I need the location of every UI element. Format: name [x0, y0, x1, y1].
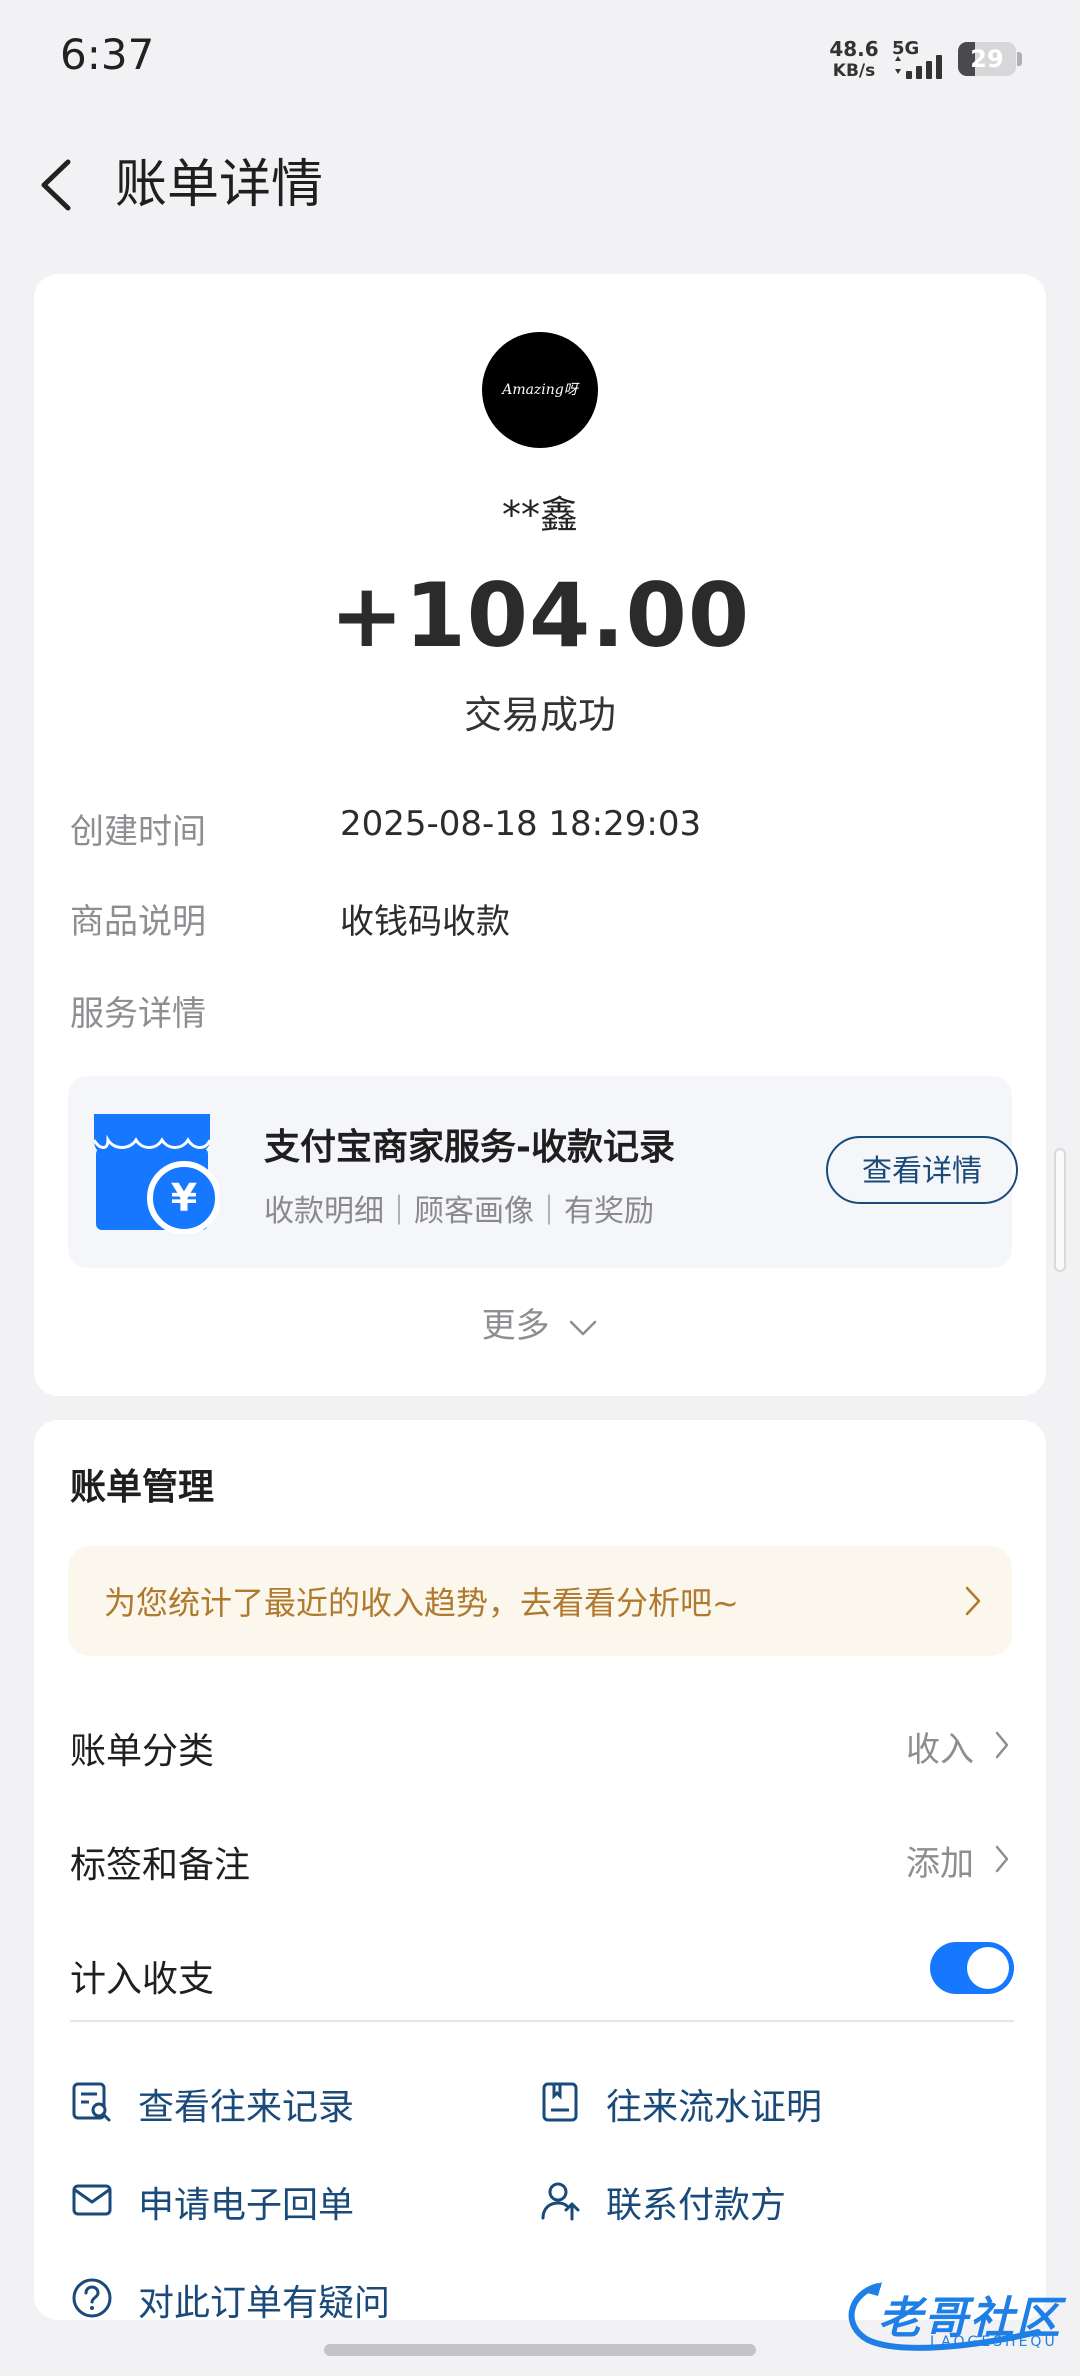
- created-time-label: 创建时间: [70, 812, 206, 852]
- section-title: 账单管理: [70, 1467, 215, 1508]
- contact-user-icon: [541, 2182, 580, 2221]
- nav-bar: 账单详情: [0, 130, 1080, 240]
- chevron-right-icon: [965, 1586, 981, 1616]
- more-button[interactable]: 更多: [34, 1298, 1046, 1347]
- chevron-right-icon: [995, 1731, 1009, 1759]
- income-trend-banner[interactable]: 为您统计了最近的收入趋势，去看看分析吧~: [68, 1546, 1012, 1656]
- order-question-action[interactable]: 对此订单有疑问: [70, 2268, 510, 2328]
- service-detail-label: 服务详情: [70, 994, 206, 1034]
- bill-category-row[interactable]: 账单分类 收入: [70, 1704, 1014, 1784]
- transaction-status: 交易成功: [463, 693, 616, 737]
- amount: +104.00: [329, 564, 751, 667]
- battery-tip: [1017, 52, 1022, 66]
- avatar: Amazing呀: [482, 332, 598, 448]
- records-search-icon: [72, 2082, 111, 2122]
- chevron-left-icon[interactable]: [30, 152, 90, 218]
- e-receipt-label: 申请电子回单: [138, 2185, 355, 2226]
- divider: [70, 2020, 1014, 2022]
- payer-name: **鑫: [501, 493, 578, 537]
- envelope-icon: [72, 2184, 112, 2216]
- battery-icon: 29: [958, 42, 1016, 76]
- status-time: 6:37: [60, 30, 155, 79]
- merchant-service-card[interactable]: ¥ 支付宝商家服务-收款记录 收款明细｜顾客画像｜有奖励 查看详情: [68, 1076, 1018, 1268]
- question-icon: [72, 2278, 112, 2318]
- shop-icon: ¥: [92, 1114, 220, 1234]
- bill-category-value: 收入: [906, 1730, 974, 1770]
- contact-payer-label: 联系付款方: [606, 2185, 787, 2226]
- chevron-down-icon: [570, 1320, 597, 1335]
- home-indicator[interactable]: [324, 2344, 756, 2356]
- e-receipt-action[interactable]: 申请电子回单: [70, 2170, 490, 2230]
- signal-icon: [895, 55, 942, 79]
- page-title: 账单详情: [115, 155, 324, 215]
- battery-percent: 29: [970, 45, 1004, 73]
- include-in-stats-toggle[interactable]: [930, 1942, 1014, 1994]
- statement-proof-label: 往来流水证明: [606, 2087, 823, 2128]
- toggle-knob: [967, 1947, 1009, 1989]
- more-label: 更多: [481, 1306, 550, 1346]
- contact-payer-action[interactable]: 联系付款方: [538, 2170, 978, 2230]
- item-desc-value: 收钱码收款: [340, 902, 510, 942]
- bill-management-card: 账单管理 为您统计了最近的收入趋势，去看看分析吧~ 账单分类 收入 标签和备注 …: [34, 1420, 1046, 2324]
- chevron-right-icon: [995, 1845, 1009, 1873]
- tags-notes-value: 添加: [906, 1844, 974, 1884]
- svg-text:¥: ¥: [171, 1176, 197, 1220]
- network-speed-value: 48.6: [829, 37, 879, 61]
- statement-icon: [542, 2082, 578, 2122]
- statement-proof-action[interactable]: 往来流水证明: [538, 2072, 978, 2132]
- include-in-stats-row: 计入收支: [70, 1932, 1014, 2012]
- watermark-subtext: LAOGESHEQU: [930, 2334, 1058, 2350]
- network-speed: 48.6 KB/s: [828, 38, 880, 82]
- view-records-label: 查看往来记录: [138, 2087, 355, 2128]
- view-records-action[interactable]: 查看往来记录: [70, 2072, 490, 2132]
- bill-category-label: 账单分类: [70, 1731, 215, 1772]
- order-question-label: 对此订单有疑问: [138, 2283, 391, 2324]
- item-desc-label: 商品说明: [70, 902, 206, 942]
- tags-notes-label: 标签和备注: [70, 1845, 251, 1886]
- network-speed-unit: KB/s: [832, 61, 876, 81]
- bill-summary-card: Amazing呀 **鑫 +104.00 交易成功 创建时间 2025-08-1…: [34, 274, 1046, 1396]
- watermark-logo: 老哥社区 LAOGESHEQU: [838, 2276, 1068, 2356]
- created-time-value: 2025-08-18 18:29:03: [340, 804, 702, 844]
- service-subtitle: 收款明细｜顾客画像｜有奖励: [264, 1194, 654, 1229]
- banner-text: 为您统计了最近的收入趋势，去看看分析吧~: [104, 1584, 739, 1622]
- scrollbar-thumb[interactable]: [1054, 1148, 1066, 1272]
- tags-notes-row[interactable]: 标签和备注 添加: [70, 1818, 1014, 1898]
- view-details-button[interactable]: 查看详情: [826, 1136, 1018, 1204]
- include-in-stats-label: 计入收支: [70, 1959, 215, 2000]
- status-bar: 6:37 48.6 KB/s 5G 29: [0, 0, 1080, 120]
- service-title: 支付宝商家服务-收款记录: [264, 1127, 675, 1168]
